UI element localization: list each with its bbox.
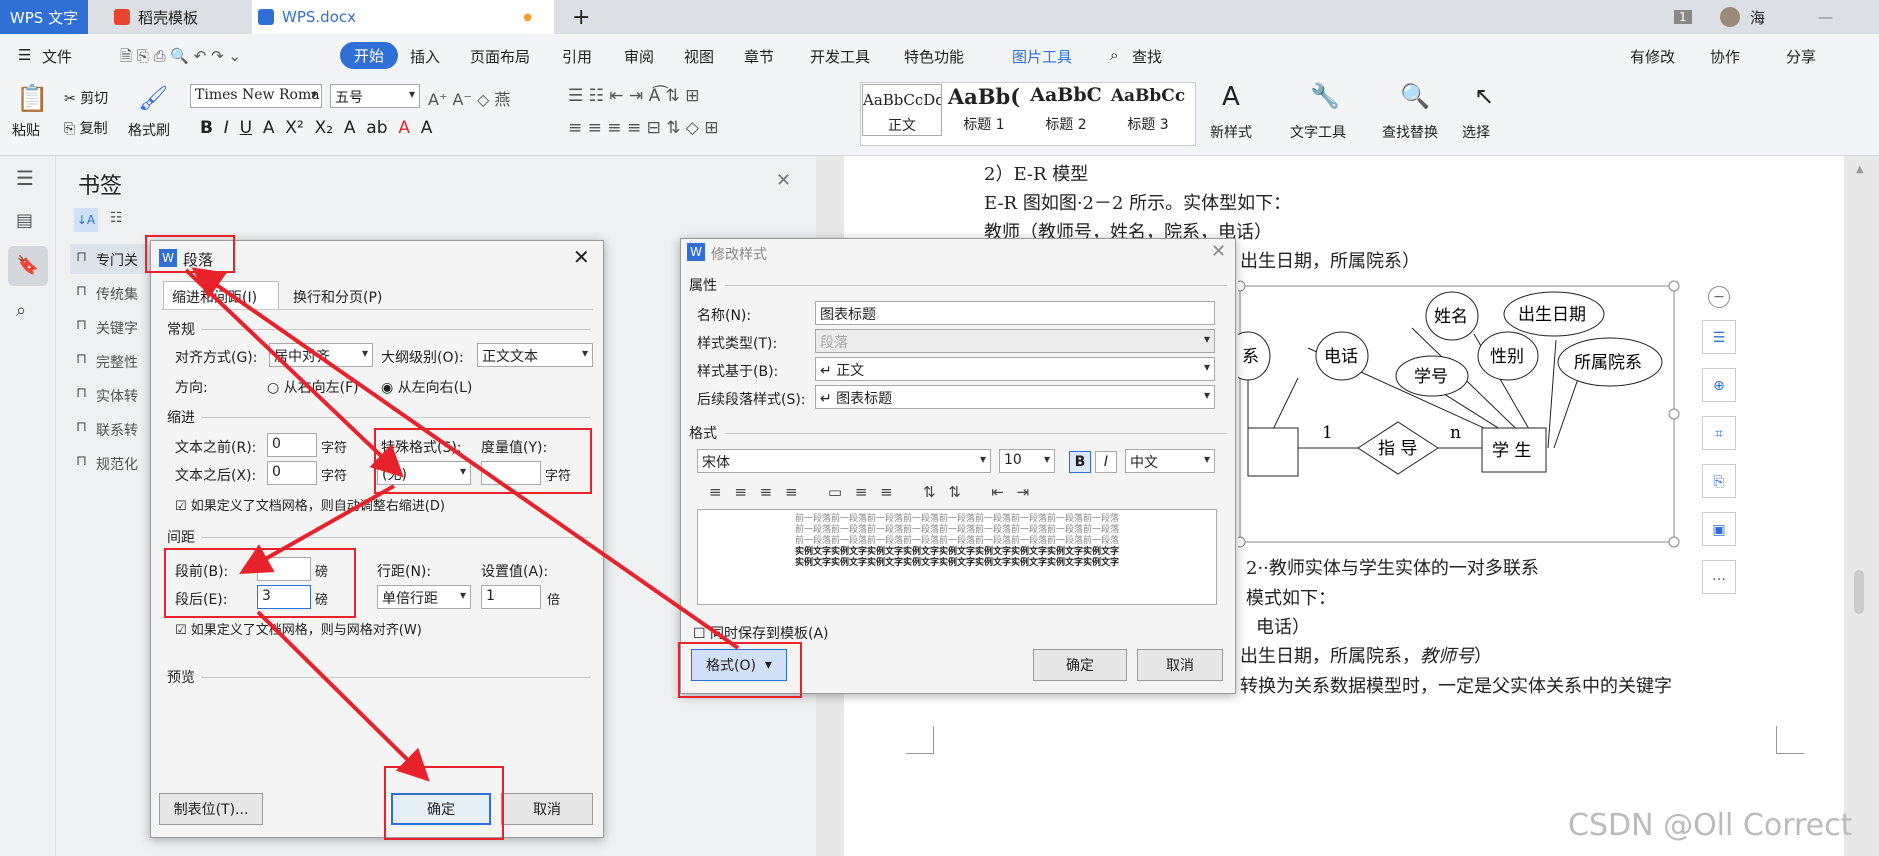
annotation-arrows [184, 267, 740, 782]
watermark: CSDN @Oll Correct [1568, 808, 1853, 843]
